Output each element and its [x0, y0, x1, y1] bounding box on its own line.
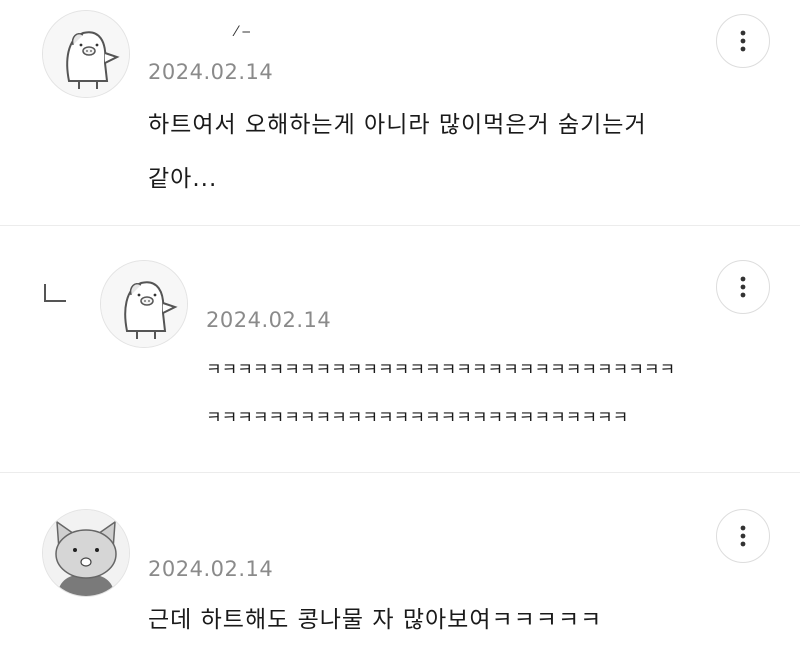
comment-text: 하트여서 오해하는게 아니라 많이먹은거 숨기는거 같아... — [148, 112, 647, 192]
avatar[interactable] — [42, 509, 130, 597]
comment-text: 근데 하트해도 콩나물 자 많아보여ㅋㅋㅋㅋㅋ — [148, 607, 603, 633]
more-vertical-icon — [740, 30, 746, 52]
comment-date: 2024.02.14 — [206, 308, 332, 332]
more-options-button[interactable] — [716, 509, 770, 563]
pig-character-avatar-icon — [101, 261, 187, 347]
comment-2-reply: ˎ 2024.02.14 ㅋㅋㅋㅋㅋㅋㅋㅋㅋㅋㅋㅋㅋㅋㅋㅋㅋㅋㅋㅋㅋㅋㅋㅋㅋㅋㅋ… — [0, 226, 800, 472]
avatar[interactable] — [100, 260, 188, 348]
comment-date: 2024.02.14 — [148, 60, 274, 84]
comment-date: 2024.02.14 — [148, 557, 274, 581]
more-options-button[interactable] — [716, 14, 770, 68]
comment-text: ㅋㅋㅋㅋㅋㅋㅋㅋㅋㅋㅋㅋㅋㅋㅋㅋㅋㅋㅋㅋㅋㅋㅋㅋㅋㅋㅋㅋㅋㅋ ㅋㅋㅋㅋㅋㅋㅋㅋㅋ… — [206, 360, 676, 428]
pig-character-avatar-icon — [43, 11, 129, 97]
comment-1: ˎ⁄ ‒ 2024.02.14 하트여서 오해하는게 아니라 많이먹은거 숨기는… — [0, 0, 800, 225]
avatar[interactable] — [42, 10, 130, 98]
reply-indicator-icon — [44, 284, 66, 302]
more-options-button[interactable] — [716, 260, 770, 314]
username[interactable]: ˎ⁄ ‒ — [228, 24, 251, 36]
more-vertical-icon — [740, 276, 746, 298]
username[interactable]: ˎ — [206, 274, 213, 286]
cat-character-avatar-icon — [43, 510, 129, 596]
comment-3: 2024.02.14 근데 하트해도 콩나물 자 많아보여ㅋㅋㅋㅋㅋ — [0, 473, 800, 667]
more-vertical-icon — [740, 525, 746, 547]
